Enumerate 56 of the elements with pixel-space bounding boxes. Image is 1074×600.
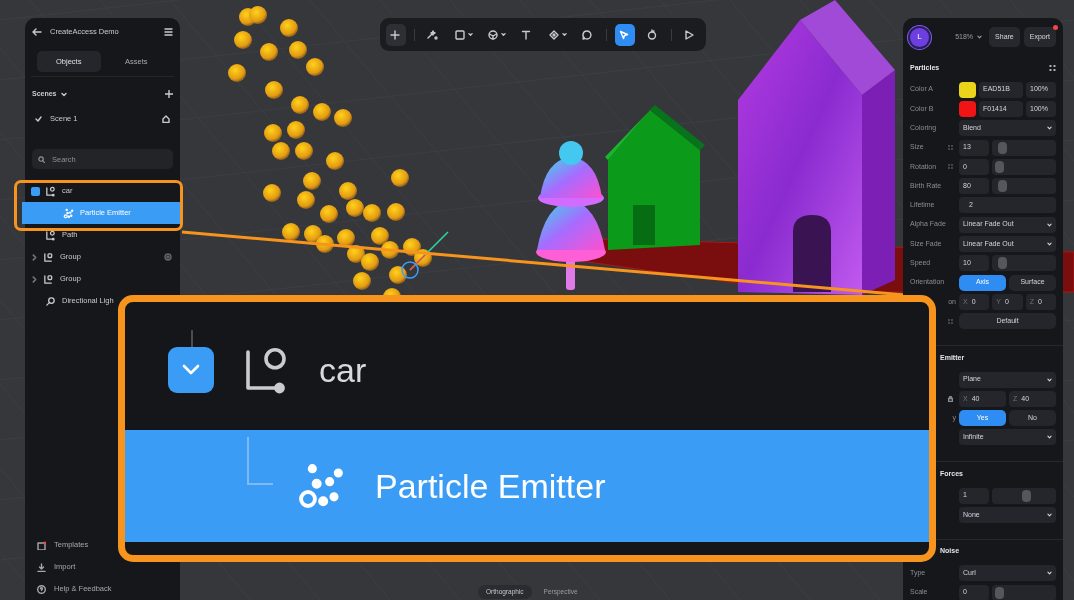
caret-icon [1047,377,1052,382]
path-icon [45,185,56,197]
slider-track[interactable] [992,139,1056,156]
text-icon [520,28,532,41]
plus-button[interactable] [386,23,406,46]
chevron-down-icon [181,364,201,376]
plus-icon [389,28,401,41]
play-icon [683,28,695,41]
sphere-icon [487,28,499,41]
timer-icon [646,28,658,41]
home-icon [162,115,170,123]
group-icon [43,273,54,285]
caret-icon [1047,242,1052,246]
checkbox[interactable] [31,186,40,196]
callout-item-label: car [319,349,367,391]
slider-track[interactable] [992,255,1056,272]
download-icon [37,562,46,572]
caret-icon [1047,513,1052,517]
slider-track[interactable] [992,158,1056,175]
particles-icon [63,207,74,219]
slider-thumb[interactable] [994,160,1004,173]
caret-icon [1047,222,1052,227]
chevron-down-icon [60,91,67,97]
avatar[interactable]: L [910,27,929,47]
plus-icon [165,90,173,98]
square-icon [454,28,466,41]
callout-item-label: Particle Emitter [375,465,606,507]
pen-icon [548,28,560,41]
caret-icon [1047,571,1052,576]
slider-thumb[interactable] [997,141,1007,154]
slider-thumb[interactable] [997,180,1007,193]
color-swatch[interactable] [959,100,976,117]
path-icon [45,229,56,241]
pointer-icon [618,28,630,41]
caret-icon [1047,126,1052,131]
caret-icon [977,35,983,39]
slider-thumb[interactable] [997,257,1007,270]
color-swatch[interactable] [959,81,976,98]
comment-icon [581,28,593,41]
tree-line [247,437,273,485]
slider-track[interactable] [992,487,1056,504]
back-arrow-icon [32,27,42,36]
slider-thumb[interactable] [1022,489,1032,502]
pointer-button[interactable] [615,23,635,46]
group-icon [43,251,54,263]
slider-track[interactable] [992,584,1056,600]
sparkle-icon [426,28,438,41]
search-icon [38,156,45,163]
slider-thumb[interactable] [994,586,1004,599]
slider-track[interactable] [992,178,1056,195]
gizmo-drawing [401,231,449,279]
menu-icon [164,27,173,36]
templates-icon [37,540,46,550]
help-icon [37,584,46,594]
grid-icon [1049,64,1056,72]
caret-icon [1047,435,1052,440]
